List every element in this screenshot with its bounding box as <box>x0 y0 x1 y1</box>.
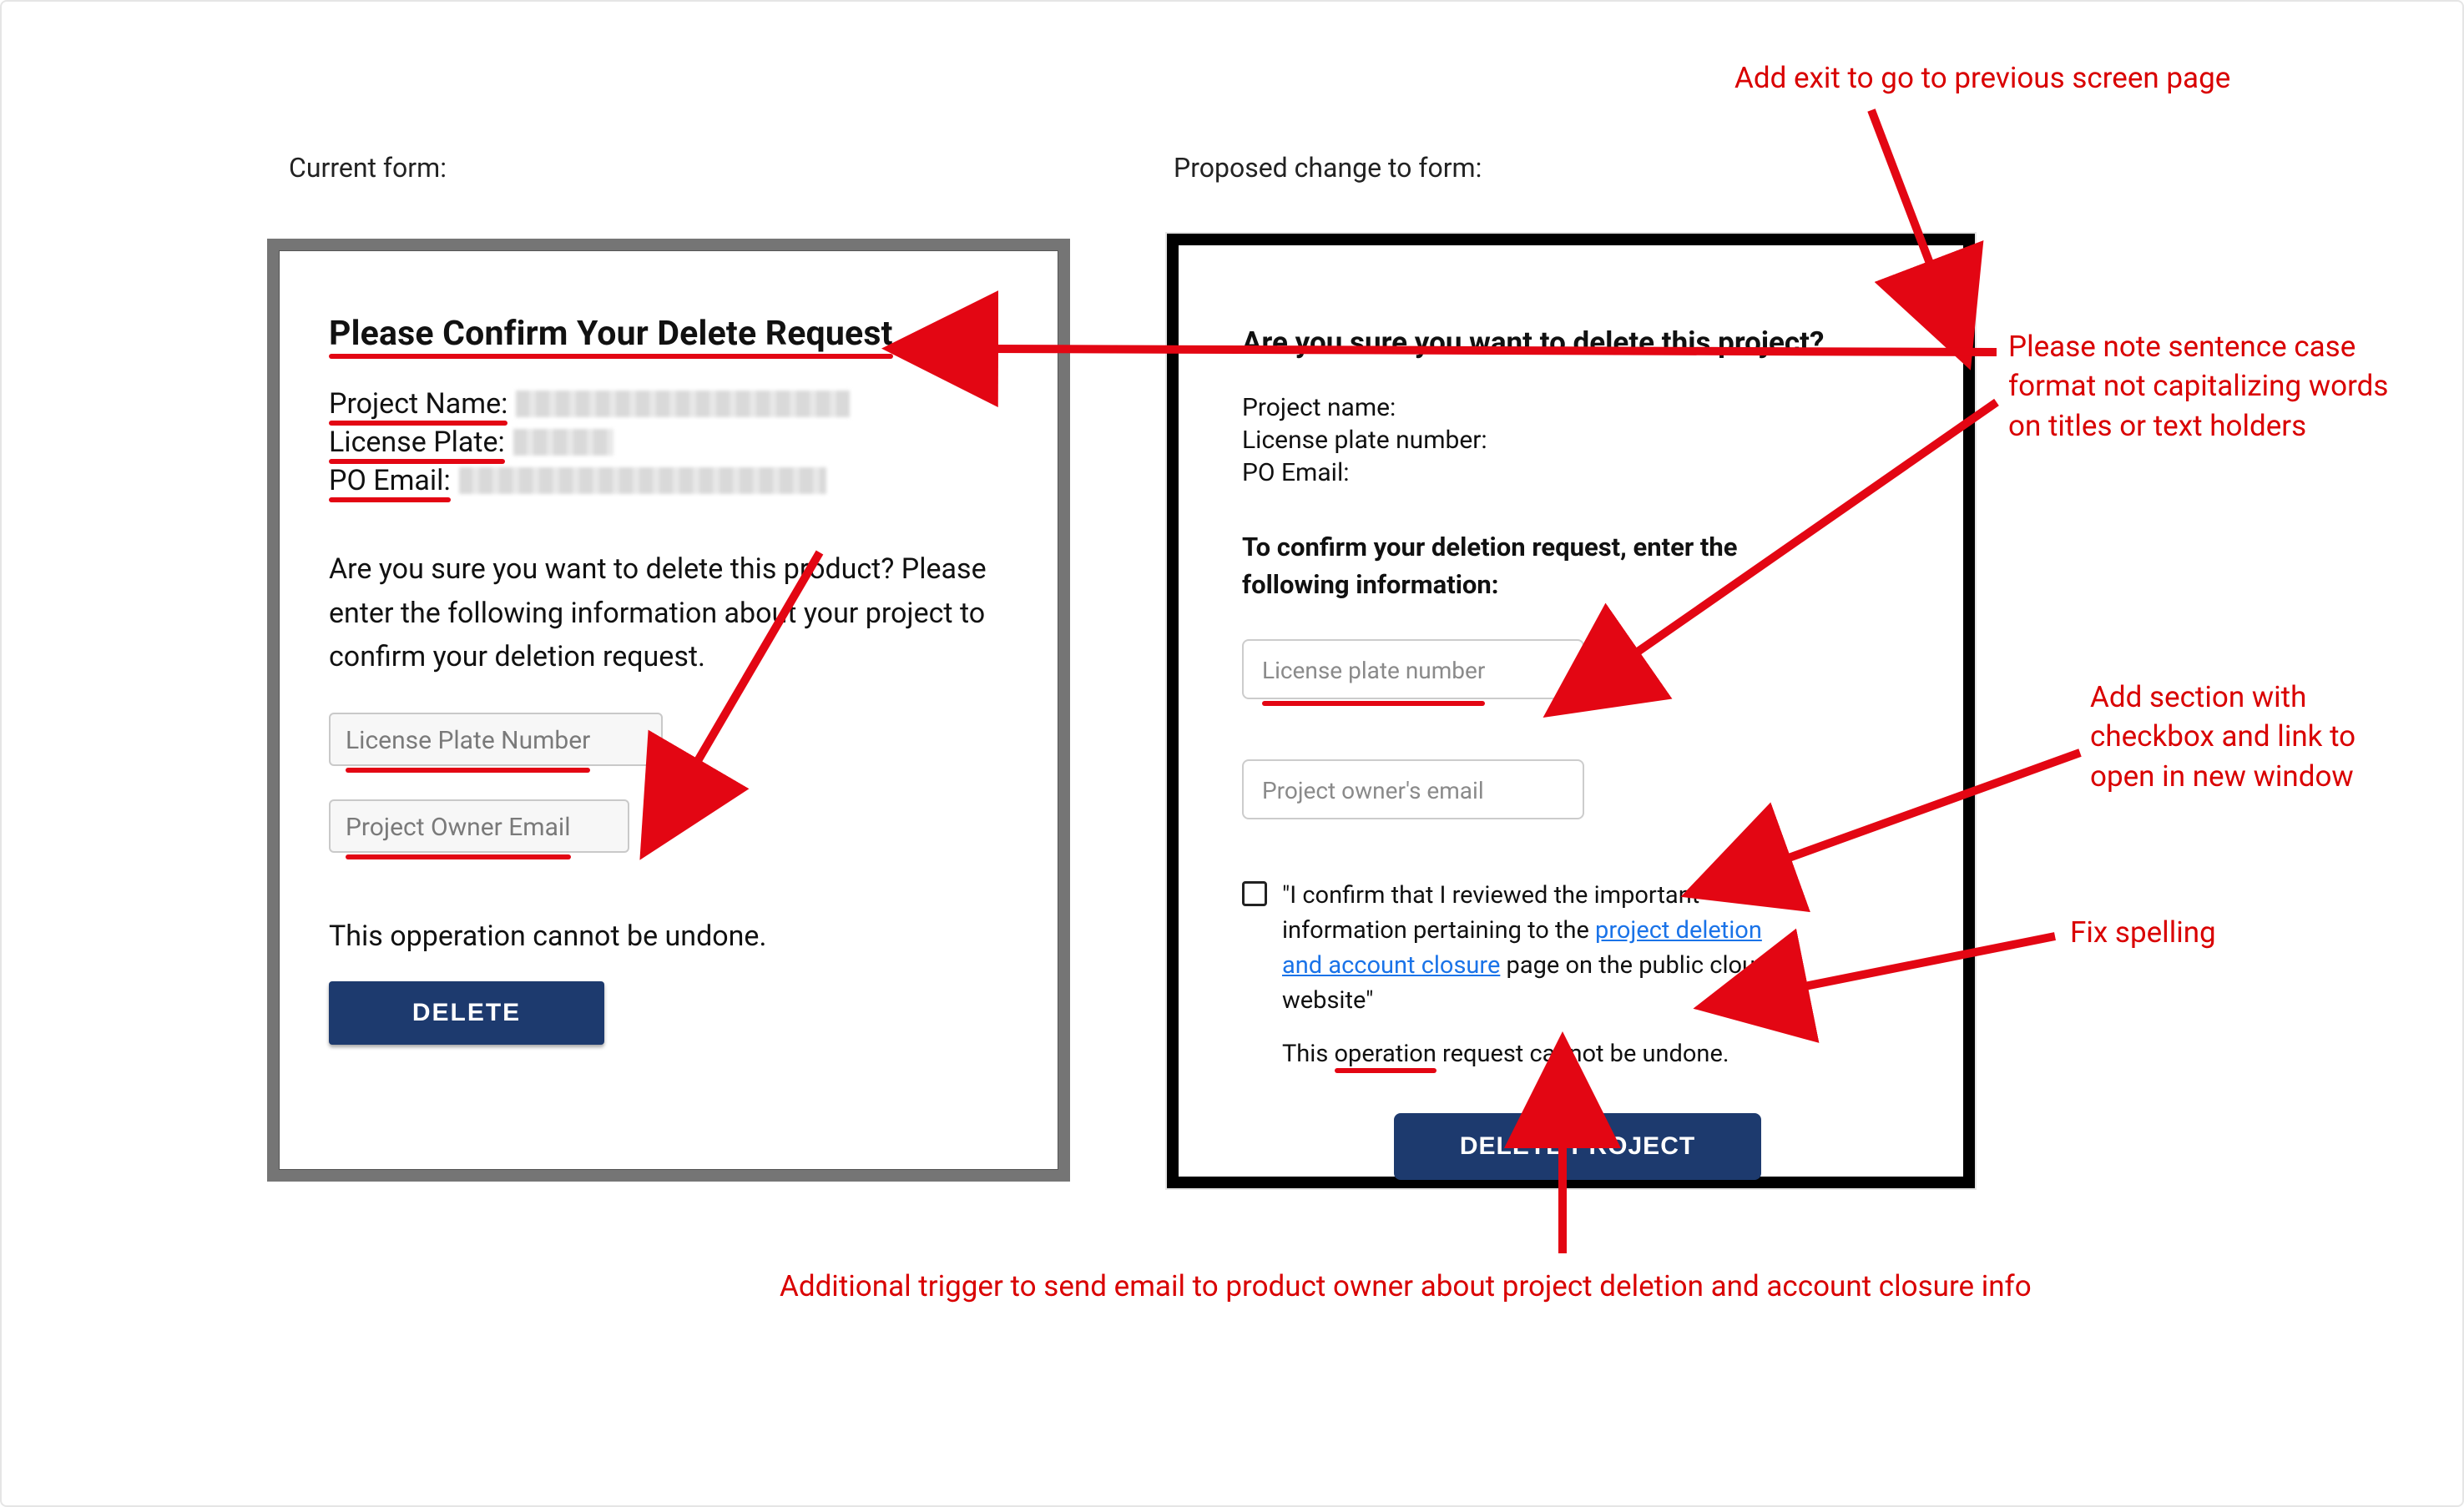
annot-exit: Add exit to go to previous screen page <box>1734 58 2230 98</box>
pf-warning-text: This operation request cannot be undone. <box>1282 1040 1913 1068</box>
pf-license-plate-input[interactable]: License plate number <box>1242 639 1584 699</box>
delete-project-button[interactable]: DELETE PROJECT <box>1394 1113 1761 1180</box>
license-plate-redacted <box>513 429 613 456</box>
proposed-form-title: Are you sure you want to delete this pro… <box>1242 325 1913 360</box>
annot-spelling: Fix spelling <box>2070 913 2216 952</box>
pf-po-email-label: PO Email: <box>1242 458 1913 487</box>
current-body-text: Are you sure you want to delete this pro… <box>329 547 1008 679</box>
confirm-checkbox[interactable] <box>1242 881 1267 906</box>
current-title-text: Please Confirm Your Delete Request <box>329 314 893 354</box>
current-form-heading: Current form: <box>289 152 447 184</box>
license-plate-row: License Plate: <box>329 426 1008 459</box>
project-name-label: Project Name: <box>329 387 507 421</box>
project-owner-email-input[interactable]: Project Owner Email <box>329 799 629 853</box>
pf-project-owner-email-input[interactable]: Project owner's email <box>1242 759 1584 819</box>
pf-confirm-heading: To confirm your deletion request, enter … <box>1242 529 1760 604</box>
project-name-redacted <box>516 391 850 417</box>
pf-license-plate-placeholder: License plate number <box>1262 641 1485 701</box>
po-email-label: PO Email: <box>329 464 451 497</box>
delete-button[interactable]: DELETE <box>329 981 604 1045</box>
proposed-form-heading: Proposed change to form: <box>1174 152 1482 184</box>
license-plate-label: License Plate: <box>329 426 505 459</box>
annot-sentence-case: Please note sentence case format not cap… <box>2008 327 2401 446</box>
annot-trigger: Additional trigger to send email to prod… <box>780 1267 2032 1306</box>
pf-warn-word: operation <box>1335 1040 1436 1068</box>
project-name-row: Project Name: <box>329 387 1008 421</box>
pf-warn-pre: This <box>1282 1040 1335 1068</box>
pf-confirm-checkbox-row: "I confirm that I reviewed the important… <box>1242 878 1776 1018</box>
pf-license-plate-label: License plate number: <box>1242 426 1913 455</box>
current-form-title: Please Confirm Your Delete Request <box>329 314 1008 354</box>
license-plate-input[interactable]: License Plate Number <box>329 713 663 766</box>
pf-warn-post: request cannot be undone. <box>1436 1040 1729 1068</box>
license-plate-placeholder: License Plate Number <box>346 714 590 768</box>
current-form-panel: Please Confirm Your Delete Request Proje… <box>267 239 1070 1182</box>
pf-project-name-label: Project name: <box>1242 393 1913 422</box>
po-email-redacted <box>459 467 826 494</box>
project-owner-email-placeholder: Project Owner Email <box>346 801 571 854</box>
proposed-form-panel: ✕ Are you sure you want to delete this p… <box>1167 234 1975 1188</box>
po-email-row: PO Email: <box>329 464 1008 497</box>
annot-checkbox: Add section with checkbox and link to op… <box>2090 678 2416 796</box>
current-warning-text: This opperation cannot be undone. <box>329 920 1008 953</box>
confirm-checkbox-text: "I confirm that I reviewed the important… <box>1282 878 1776 1018</box>
close-icon[interactable]: ✕ <box>1900 277 1924 305</box>
comparison-document: Current form: Proposed change to form: P… <box>0 0 2464 1507</box>
